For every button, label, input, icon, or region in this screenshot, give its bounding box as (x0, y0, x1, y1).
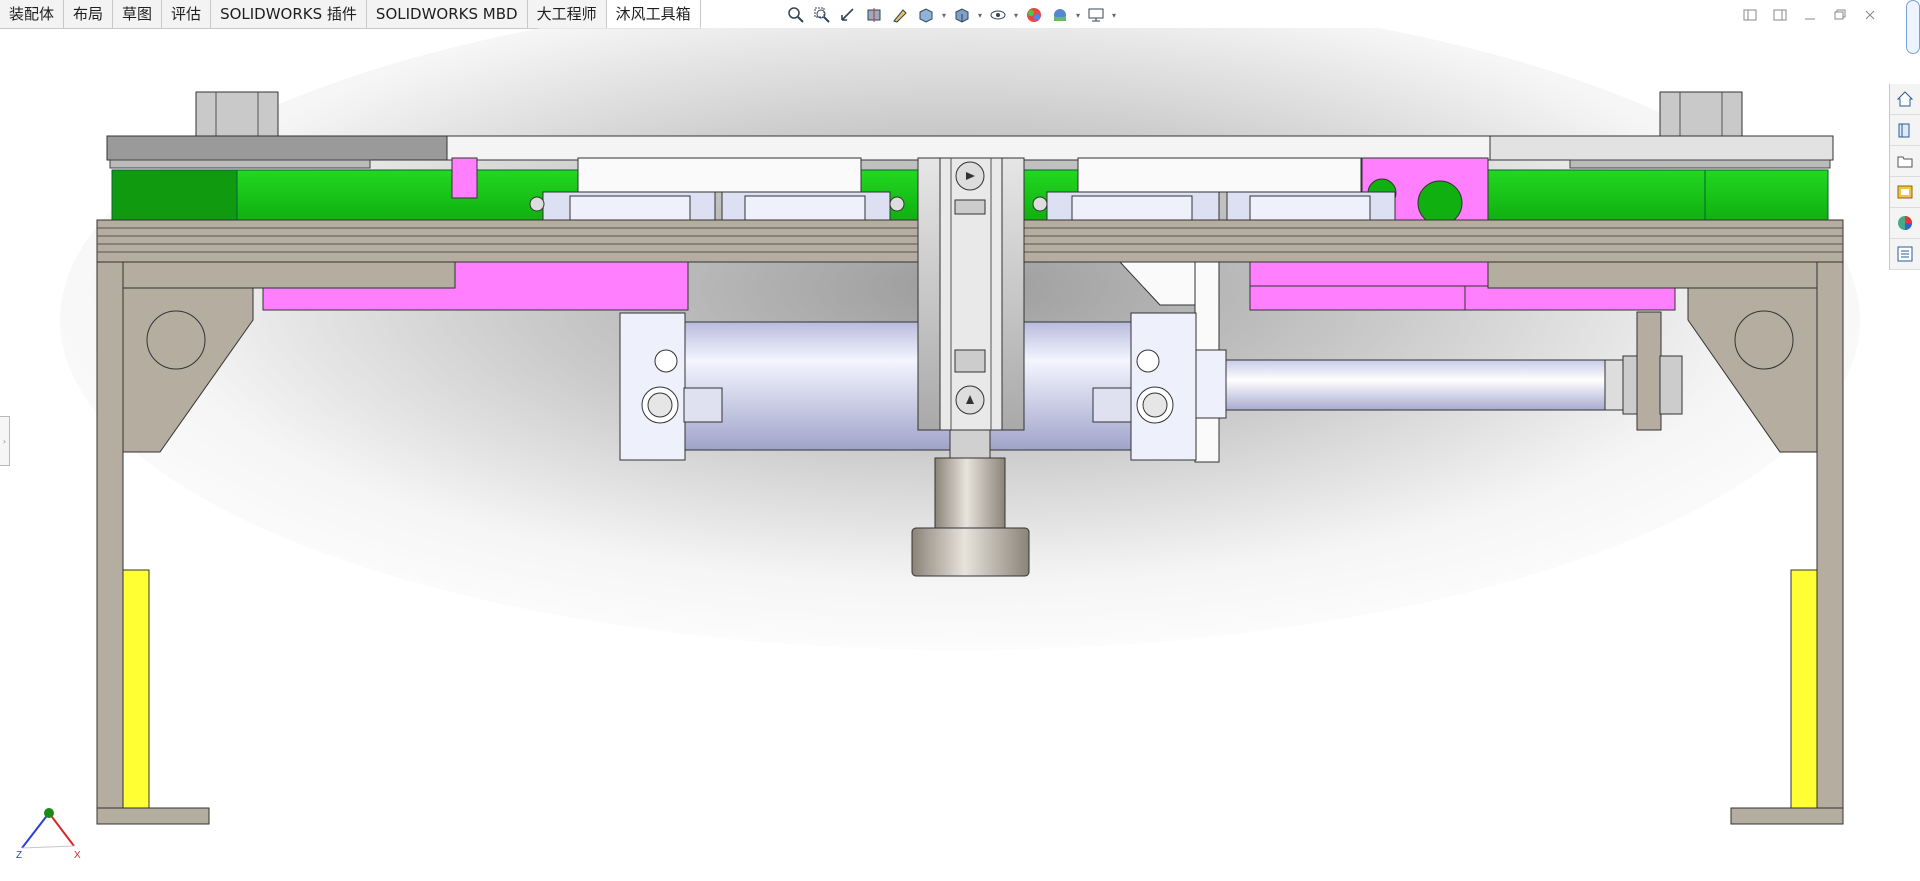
tab-6[interactable]: 大工程师 (528, 0, 607, 28)
apply-scene-dropdown[interactable]: ▾ (1074, 11, 1082, 20)
vertical-scrollbar[interactable] (1906, 0, 1920, 54)
tab-2[interactable]: 草图 (113, 0, 163, 28)
right-frame (1687, 261, 1844, 825)
display-style-dropdown[interactable]: ▾ (976, 11, 984, 20)
apply-scene-icon[interactable] (1048, 4, 1072, 26)
air-cylinder (619, 312, 1197, 461)
view-settings-dropdown[interactable]: ▾ (1110, 11, 1118, 20)
command-manager-tabs: 装配体 布局 草图 评估 SOLIDWORKS 插件 SOLIDWORKS MBD 大工程师… (0, 0, 701, 29)
green-plate-left (111, 169, 583, 221)
close-icon[interactable] (1860, 6, 1880, 24)
view-settings-icon[interactable] (1084, 4, 1108, 26)
edit-appearance-icon[interactable] (1022, 4, 1046, 26)
tile-left-icon[interactable] (1740, 6, 1760, 24)
triad-z-label: Z (16, 850, 22, 861)
tab-1[interactable]: 布局 (64, 0, 114, 28)
zoom-area-icon[interactable] (810, 4, 834, 26)
hide-show-dropdown[interactable]: ▾ (1012, 11, 1020, 20)
task-pane-tabs (1889, 84, 1920, 270)
right-top-bolt (1659, 91, 1743, 137)
tab-7[interactable]: 沐风工具箱 (606, 0, 701, 28)
tab-0[interactable]: 装配体 (0, 0, 65, 28)
tab-3[interactable]: 评估 (162, 0, 212, 28)
display-style-icon[interactable] (950, 4, 974, 26)
design-library-icon[interactable] (1890, 115, 1920, 146)
center-column (917, 157, 1025, 459)
tab-4[interactable]: SOLIDWORKS 插件 (211, 0, 367, 28)
hide-show-items-icon[interactable] (986, 4, 1010, 26)
view-palette-icon[interactable] (1890, 177, 1920, 208)
green-plate-right (1479, 169, 1829, 221)
magenta-block-upper-left (451, 157, 478, 199)
heads-up-view-toolbar: ▾ ▾ ▾ ▾ ▾ (784, 3, 1118, 27)
left-frame (96, 261, 254, 825)
coordinate-triad: Z X (16, 808, 81, 861)
section-view-icon[interactable] (862, 4, 886, 26)
tab-5[interactable]: SOLIDWORKS MBD (367, 0, 528, 28)
minimize-icon[interactable] (1800, 6, 1820, 24)
left-top-bolt (195, 91, 279, 137)
file-explorer-icon[interactable] (1890, 146, 1920, 177)
view-orientation-dropdown[interactable]: ▾ (940, 11, 948, 20)
home-icon[interactable] (1890, 84, 1920, 115)
tile-right-icon[interactable] (1770, 6, 1790, 24)
zoom-to-fit-icon[interactable] (784, 4, 808, 26)
graphics-area[interactable] (0, 28, 1890, 881)
dynamic-annotation-icon[interactable] (888, 4, 912, 26)
view-orientation-icon[interactable] (914, 4, 938, 26)
previous-view-icon[interactable] (836, 4, 860, 26)
triad-x-label: X (74, 850, 81, 861)
restore-icon[interactable] (1830, 6, 1850, 24)
custom-properties-icon[interactable] (1890, 239, 1920, 270)
window-controls (1740, 6, 1880, 24)
appearances-icon[interactable] (1890, 208, 1920, 239)
